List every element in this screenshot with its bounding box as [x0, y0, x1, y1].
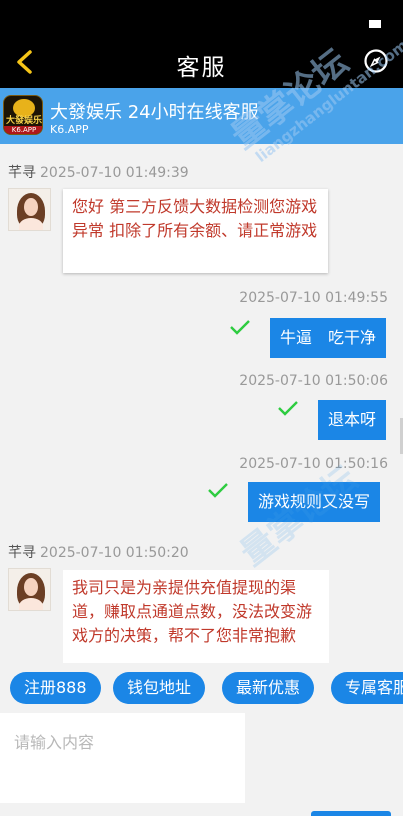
check-icon [278, 401, 298, 416]
message-timestamp: 2025-07-10 01:49:55 [239, 290, 388, 306]
message-timestamp: 2025-07-10 01:50:06 [239, 373, 388, 389]
send-button[interactable] [311, 811, 391, 816]
message-bubble: 您好 第三方反馈大数据检测您游戏异常 扣除了所有余额、请正常游戏 [63, 189, 328, 273]
message-timestamp: 2025-07-10 01:49:39 [40, 165, 189, 181]
message-bubble: 游戏规则又没写 [248, 482, 381, 522]
service-banner: 大發娱乐 K6.APP 大發娱乐 24小时在线客服 K6.APP [0, 88, 403, 144]
input-area [0, 713, 403, 816]
brand-logo: 大發娱乐 K6.APP [3, 95, 43, 135]
message-bubble: 退本呀 [318, 400, 387, 440]
message-sender: 芊寻 2025-07-10 01:50:20 [8, 542, 189, 562]
quick-reply-dedicated-service[interactable]: 专属客服 [331, 672, 403, 704]
banner-subtitle: K6.APP [50, 123, 89, 136]
status-icon [369, 20, 381, 28]
message-timestamp: 2025-07-10 01:50:16 [239, 456, 388, 472]
quick-reply-promotions[interactable]: 最新优惠 [222, 672, 315, 704]
quick-reply-bar: 注册888 钱包地址 最新优惠 专属客服 [0, 663, 403, 713]
message-input[interactable] [0, 713, 245, 803]
message-timestamp: 2025-07-10 01:50:20 [40, 545, 189, 561]
page-title: 客服 [176, 55, 227, 81]
quick-reply-wallet[interactable]: 钱包地址 [113, 672, 206, 704]
quick-reply-register[interactable]: 注册888 [10, 672, 101, 704]
status-bar [0, 0, 403, 36]
logo-subtext: K6.APP [4, 126, 42, 134]
message-bubble: 牛逼 吃干净 [270, 318, 387, 358]
message-bubble: 我司只是为亲提供充值提现的渠道，赚取点通道点数，没法改变游戏方的决策，帮不了您非… [63, 570, 329, 663]
avatar[interactable] [8, 568, 51, 611]
nav-bar: 客服 [0, 36, 403, 88]
compass-icon [364, 49, 388, 73]
compass-button[interactable] [363, 48, 389, 74]
banner-title: 大發娱乐 24小时在线客服 [50, 102, 259, 123]
sender-name: 芊寻 [8, 165, 36, 181]
check-icon [208, 483, 228, 498]
avatar[interactable] [8, 188, 51, 231]
sender-name: 芊寻 [8, 545, 36, 561]
check-icon [230, 320, 250, 335]
message-sender: 芊寻 2025-07-10 01:49:39 [8, 162, 189, 182]
logo-text: 大發娱乐 [5, 116, 42, 126]
